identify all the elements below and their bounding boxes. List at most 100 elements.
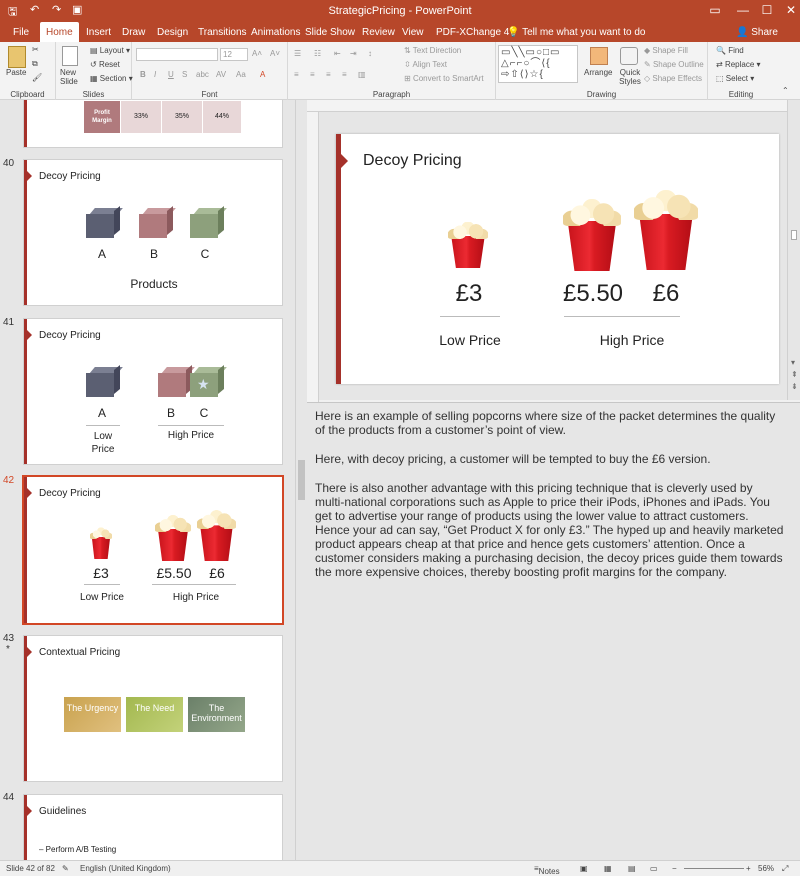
columns-icon[interactable]: ▥ bbox=[358, 70, 366, 79]
bold-button[interactable]: B bbox=[140, 70, 146, 79]
case-button[interactable]: Aa bbox=[236, 70, 246, 79]
arrange-icon[interactable] bbox=[590, 47, 608, 65]
tab-pdf-xchange[interactable]: PDF-XChange 4 bbox=[436, 27, 509, 38]
align-right-icon[interactable]: ≡ bbox=[326, 70, 331, 79]
line-spacing-icon[interactable]: ↕ bbox=[368, 49, 372, 58]
scrollbar-thumb[interactable] bbox=[791, 230, 797, 240]
tab-transitions[interactable]: Transitions bbox=[198, 27, 247, 38]
font-size-combo[interactable]: 12 bbox=[220, 48, 248, 61]
thumbnail-scrollbar[interactable] bbox=[295, 100, 307, 860]
notes-pane[interactable]: Here is an example of selling popcorns w… bbox=[307, 402, 800, 860]
popcorn-large[interactable] bbox=[634, 190, 698, 270]
ribbon-display-icon[interactable]: ▭ bbox=[700, 3, 730, 17]
grow-font-icon[interactable]: A˄ bbox=[252, 49, 262, 58]
copy-icon[interactable]: ⧉ bbox=[32, 59, 38, 69]
shape-effects-button[interactable]: ◇ Shape Effects bbox=[644, 74, 702, 83]
reading-view-icon[interactable]: ▤ bbox=[628, 864, 636, 873]
thumbnail-slide-43[interactable]: Contextual Pricing The Urgency The Need … bbox=[23, 635, 283, 782]
zoom-level[interactable]: 56% bbox=[758, 864, 774, 873]
close-button[interactable]: ✕ bbox=[776, 3, 800, 17]
zoom-slider[interactable] bbox=[684, 868, 744, 869]
arrange-button[interactable]: Arrange bbox=[584, 68, 612, 77]
shadow-button[interactable]: S bbox=[182, 70, 187, 79]
convert-smartart-button[interactable]: ⊞ Convert to SmartArt bbox=[404, 74, 484, 83]
tell-me-search[interactable]: 💡 Tell me what you want to do bbox=[507, 27, 645, 38]
font-name-combo[interactable] bbox=[136, 48, 218, 61]
font-color-button[interactable]: A bbox=[260, 70, 265, 79]
fit-slide-icon[interactable]: ⤢ bbox=[782, 864, 788, 874]
quick-styles-icon[interactable] bbox=[620, 47, 638, 65]
price-small[interactable]: £3 bbox=[442, 280, 496, 308]
tab-home[interactable]: Home bbox=[40, 22, 79, 42]
next-slide-icon[interactable]: ⇟ bbox=[791, 382, 798, 391]
slide-title[interactable]: Decoy Pricing bbox=[363, 152, 462, 170]
format-painter-icon[interactable]: 🖌 bbox=[32, 73, 42, 82]
justify-icon[interactable]: ≡ bbox=[342, 70, 347, 79]
spell-check-icon[interactable]: ✎ bbox=[62, 864, 69, 873]
tab-slide-show[interactable]: Slide Show bbox=[305, 27, 355, 38]
thumbnail-slide-44[interactable]: Guidelines – Perform A/B Testing bbox=[23, 794, 283, 860]
underline-button[interactable]: U bbox=[168, 70, 174, 79]
thumbnail-slide-41[interactable]: Decoy Pricing ★ A B C Low Price High Pri… bbox=[23, 318, 283, 465]
language-indicator[interactable]: English (United Kingdom) bbox=[80, 864, 171, 873]
margin-cell-3: 44% bbox=[203, 101, 241, 133]
cut-icon[interactable]: ✂ bbox=[32, 45, 39, 54]
urgency-box: The Urgency bbox=[64, 697, 121, 732]
section-button[interactable]: ▦ Section ▾ bbox=[90, 74, 133, 83]
align-text-button[interactable]: ⇳ Align Text bbox=[404, 60, 447, 69]
outdent-icon[interactable]: ⇥ bbox=[350, 49, 357, 58]
paste-icon[interactable] bbox=[8, 46, 26, 68]
notes-toggle[interactable]: ≡ Notes bbox=[534, 864, 560, 876]
shapes-gallery[interactable]: ▭╲╲▭○□▭ △⌐⌐○⌒⟨{⇨⇧⟨⟩☆{ bbox=[498, 45, 578, 83]
tab-design[interactable]: Design bbox=[157, 27, 188, 38]
shape-fill-button[interactable]: ◆ Shape Fill bbox=[644, 46, 688, 55]
select-button[interactable]: ⬚ Select ▾ bbox=[716, 74, 754, 83]
bullets-icon[interactable]: ☰ bbox=[294, 49, 301, 58]
paste-button[interactable]: Paste bbox=[6, 68, 26, 77]
numbering-icon[interactable]: ☷ bbox=[314, 49, 321, 58]
main-slide[interactable]: Decoy Pricing £3 £5.50 £6 Low Price High… bbox=[336, 134, 779, 384]
text-direction-button[interactable]: ⇅ Text Direction bbox=[404, 46, 461, 55]
new-slide-button[interactable]: New Slide bbox=[60, 68, 86, 86]
price-medium[interactable]: £5.50 bbox=[558, 280, 628, 308]
layout-button[interactable]: ▤ Layout ▾ bbox=[90, 46, 130, 55]
prev-slide-icon[interactable]: ⇞ bbox=[791, 370, 798, 379]
thumbnail-slide-42[interactable]: Decoy Pricing £3 £5.50 £6 Low Price High… bbox=[22, 475, 284, 625]
italic-button[interactable]: I bbox=[154, 70, 156, 79]
share-button[interactable]: 👤 Share bbox=[736, 27, 778, 38]
low-price-label[interactable]: Low Price bbox=[420, 332, 520, 348]
popcorn-medium[interactable] bbox=[563, 199, 621, 271]
price-large[interactable]: £6 bbox=[644, 280, 688, 308]
editor-scrollbar[interactable]: ▾ ⇞ ⇟ bbox=[787, 100, 800, 400]
spacing-button[interactable]: AV bbox=[216, 70, 226, 79]
tab-file[interactable]: File bbox=[13, 27, 29, 38]
shrink-font-icon[interactable]: A˅ bbox=[270, 49, 280, 58]
slideshow-icon[interactable]: ▭ bbox=[650, 864, 658, 873]
high-price-label[interactable]: High Price bbox=[572, 332, 692, 348]
indent-icon[interactable]: ⇤ bbox=[334, 49, 341, 58]
align-left-icon[interactable]: ≡ bbox=[294, 70, 299, 79]
find-button[interactable]: 🔍 Find bbox=[716, 46, 744, 55]
slide-sorter-icon[interactable]: ▦ bbox=[604, 864, 612, 873]
normal-view-icon[interactable]: ▣ bbox=[580, 864, 588, 873]
shape-outline-button[interactable]: ✎ Shape Outline bbox=[644, 60, 704, 69]
zoom-out-icon[interactable]: − bbox=[672, 864, 677, 873]
tab-review[interactable]: Review bbox=[362, 27, 395, 38]
thumbnail-slide-40[interactable]: Decoy Pricing A B C Products bbox=[23, 159, 283, 306]
strike-button[interactable]: abc bbox=[196, 70, 209, 79]
tab-insert[interactable]: Insert bbox=[86, 27, 111, 38]
new-slide-icon[interactable] bbox=[62, 46, 78, 66]
collapse-ribbon-icon[interactable]: ⌃ bbox=[782, 86, 789, 95]
thumbnail-slide-39[interactable]: Profit Margin 33% 35% 44% bbox=[23, 100, 283, 148]
scrollbar-thumb[interactable] bbox=[298, 460, 305, 500]
tab-draw[interactable]: Draw bbox=[122, 27, 145, 38]
align-center-icon[interactable]: ≡ bbox=[310, 70, 315, 79]
reset-button[interactable]: ↺ Reset bbox=[90, 60, 120, 69]
scroll-down-icon[interactable]: ▾ bbox=[791, 358, 795, 367]
quick-styles-button[interactable]: Quick Styles bbox=[616, 68, 644, 86]
tab-animations[interactable]: Animations bbox=[251, 27, 300, 38]
tab-view[interactable]: View bbox=[402, 27, 424, 38]
popcorn-small[interactable] bbox=[448, 222, 488, 268]
replace-button[interactable]: ⇄ Replace ▾ bbox=[716, 60, 761, 69]
zoom-in-icon[interactable]: + bbox=[746, 864, 751, 873]
